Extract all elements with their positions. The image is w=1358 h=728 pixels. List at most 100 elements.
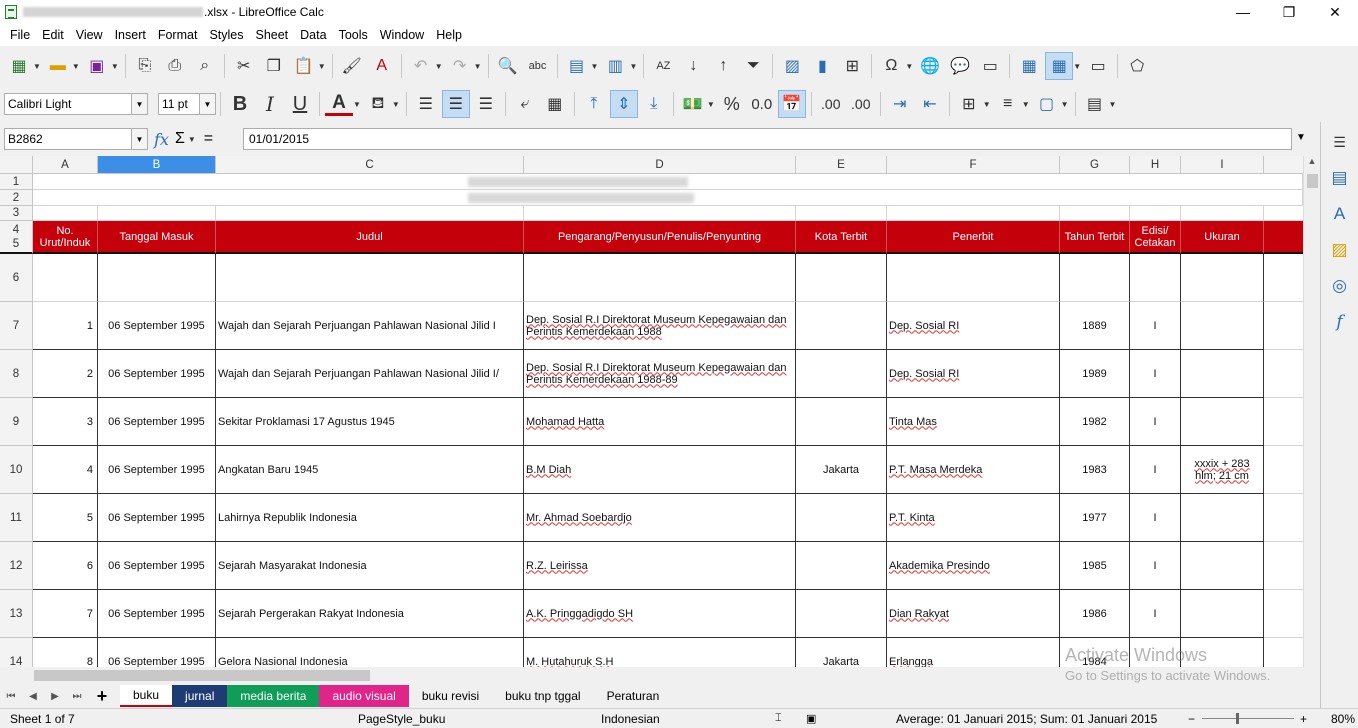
column-header-b[interactable]: B [98,156,216,174]
cell-penerbit[interactable]: Akademika Presindo [887,542,1060,590]
select-all-corner[interactable] [0,156,33,174]
row-header[interactable]: 10 [0,446,33,494]
sheet-tab-buku-tnp-tggal[interactable]: buku tnp tggal [492,685,594,707]
save-dropdown-icon[interactable]: ▼ [111,62,119,71]
vertical-scroll-thumb[interactable] [1307,174,1318,188]
cell-tahun-terbit[interactable]: 1984 [1060,638,1130,667]
row-header[interactable]: 14 [0,638,33,667]
cell-no-urut[interactable]: 2 [33,350,98,398]
cell-judul[interactable]: Lahirnya Republik Indonesia [216,494,524,542]
document-modified-icon[interactable]: ▣ [806,712,816,725]
hyperlink-icon[interactable]: 🌐 [916,52,944,80]
header-extra[interactable] [1264,221,1303,254]
menu-help[interactable]: Help [430,28,468,42]
font-color-dropdown-icon[interactable]: ▼ [353,100,361,109]
scroll-up-icon[interactable]: ▲ [1304,156,1320,166]
cell-ukuran[interactable]: xxxix + 283 hlm; 21 cm [1181,446,1264,494]
cut-icon[interactable]: ✂ [230,52,258,80]
functions-icon[interactable]: f [1326,308,1354,336]
row-dropdown-icon[interactable]: ▼ [591,62,599,71]
cell-judul[interactable]: Sekitar Proklamasi 17 Agustus 1945 [216,398,524,446]
borders-icon[interactable]: ⊞ [955,90,983,118]
cell[interactable] [1130,190,1303,206]
cell[interactable] [1130,254,1181,302]
properties-icon[interactable]: ▤ [1326,164,1354,192]
column-header-d[interactable]: D [524,156,796,174]
align-bottom-icon[interactable]: ⤓ [640,90,668,118]
sheet-tab-Peraturan[interactable]: Peraturan [593,685,673,707]
row-header-4-5[interactable]: 4 5 [0,221,33,254]
cell-kota-terbit[interactable]: Jakarta [796,638,887,667]
row-header[interactable]: 7 [0,302,33,350]
cell-judul[interactable]: Wajah dan Sejarah Perjuangan Pahlawan Na… [216,302,524,350]
restore-button[interactable]: ❐ [1266,0,1312,24]
cell-ukuran[interactable] [1181,638,1264,667]
freeze-rows-columns-icon[interactable]: ▦ [1045,52,1074,80]
menu-edit[interactable]: Edit [36,28,70,42]
conditional-format-dropdown-icon[interactable]: ▼ [1109,100,1117,109]
cell[interactable] [1264,542,1303,590]
split-window-icon[interactable]: ▭ [1084,52,1112,80]
pivot-table-icon[interactable]: ⊞ [838,52,866,80]
font-size-dropdown-icon[interactable]: ▼ [199,94,215,114]
first-sheet-icon[interactable]: ⏮ [0,691,22,702]
cell-penerbit[interactable]: Dian Rakyat [887,590,1060,638]
header-edisi[interactable]: Edisi/ Cetakan [1130,221,1181,254]
cell[interactable] [216,206,524,221]
menu-sheet[interactable]: Sheet [249,28,294,42]
cell-tanggal-masuk[interactable]: 06 September 1995 [98,494,216,542]
conditional-format-icon[interactable]: ▤ [1081,90,1109,118]
number-format-button[interactable]: 0.0 [748,90,776,118]
sidebar-menu-icon[interactable]: ☰ [1326,128,1354,156]
define-print-area-icon[interactable]: ▦ [1015,52,1043,80]
align-left-icon[interactable]: ☰ [412,90,440,118]
cell-pengarang[interactable]: A.K. Pringgadigdo SH [524,590,796,638]
spelling-icon[interactable]: abc [524,52,552,80]
row-header[interactable]: 3 [0,206,33,221]
italic-button[interactable]: I [256,90,284,118]
cell-ukuran[interactable] [1181,590,1264,638]
cell-no-urut[interactable]: 6 [33,542,98,590]
cell-edisi[interactable]: I [1130,350,1181,398]
cell-pengarang[interactable]: B.M Diah [524,446,796,494]
cell-no-urut[interactable]: 5 [33,494,98,542]
cell-tahun-terbit[interactable]: 1989 [1060,350,1130,398]
align-right-icon[interactable]: ☰ [472,90,500,118]
row-header[interactable]: 2 [0,190,33,206]
header-tahun-terbit[interactable]: Tahun Terbit [1060,221,1130,254]
add-sheet-button[interactable]: + [88,686,116,707]
cell-tanggal-masuk[interactable]: 06 September 1995 [98,350,216,398]
borders-dropdown-icon[interactable]: ▼ [983,100,991,109]
cell-tahun-terbit[interactable]: 1982 [1060,398,1130,446]
header-kota-terbit[interactable]: Kota Terbit [796,221,887,254]
navigator-icon[interactable]: ◎ [1326,272,1354,300]
underline-button[interactable]: U [286,90,314,118]
cell-penerbit[interactable]: Erlangga [887,638,1060,667]
spreadsheet-grid[interactable]: A B C D E F G H I 1 2 3 4 5 No. Urut/Ind… [0,156,1303,667]
cell[interactable] [1264,350,1303,398]
cell[interactable] [1060,206,1130,221]
cell[interactable] [1264,638,1303,667]
open-folder-icon[interactable]: ▬ [44,52,72,80]
function-wizard-icon[interactable]: fx [154,130,169,149]
cell[interactable] [1060,254,1130,302]
cell-tanggal-masuk[interactable]: 06 September 1995 [98,446,216,494]
cell-tanggal-masuk[interactable]: 06 September 1995 [98,398,216,446]
cell[interactable] [33,206,98,221]
cell-tanggal-masuk[interactable]: 06 September 1995 [98,638,216,667]
header-judul[interactable]: Judul [216,221,524,254]
cell[interactable] [796,254,887,302]
cell-no-urut[interactable]: 4 [33,446,98,494]
cell[interactable] [1264,446,1303,494]
insert-chart-icon[interactable]: ▮ [808,52,836,80]
cell-judul[interactable]: Sejarah Pergerakan Rakyat Indonesia [216,590,524,638]
cell-edisi[interactable]: I [1130,494,1181,542]
menu-insert[interactable]: Insert [109,28,152,42]
currency-dropdown-icon[interactable]: ▼ [707,100,715,109]
row-header[interactable]: 9 [0,398,33,446]
border-style-dropdown-icon[interactable]: ▼ [1022,100,1030,109]
page-style[interactable]: PageStyle_buku [358,712,445,726]
clone-formatting-icon[interactable]: 🖌 [338,52,366,80]
name-box[interactable]: B2862 ▼ [4,128,148,150]
paste-icon[interactable]: 📋 [290,52,318,80]
